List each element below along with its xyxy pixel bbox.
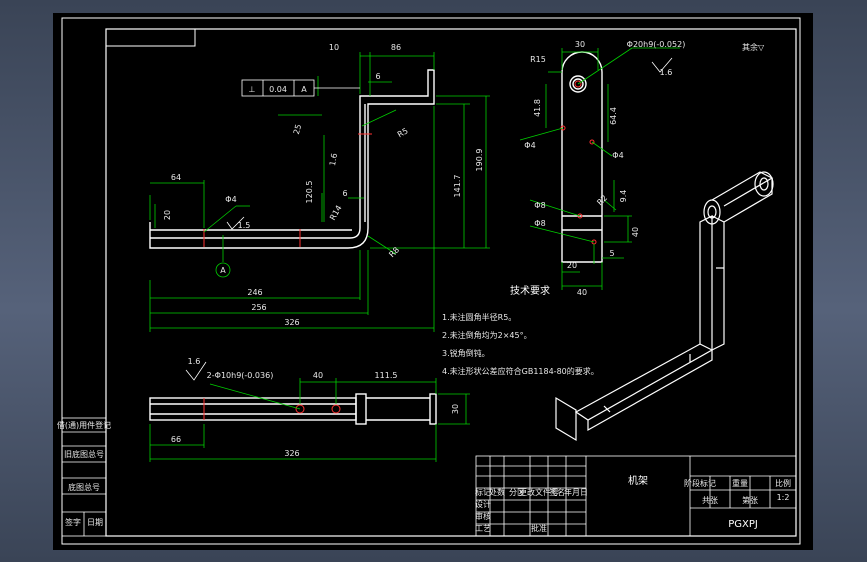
tolerance-symbol: ⊥	[249, 85, 256, 94]
dim-246: 246	[247, 288, 262, 297]
tb-label-date: 年月日	[564, 487, 588, 497]
strip-label-1: 借(通)用件登记	[57, 420, 111, 430]
dim-40-side: 40	[577, 288, 587, 297]
dim-phi4-front: Φ4	[225, 195, 236, 204]
strip-label-5: 日期	[87, 518, 103, 527]
tech-requirement-3: 3.锐角倒钝。	[442, 348, 490, 358]
dim-256: 256	[251, 303, 266, 312]
dim-10: 10	[329, 43, 339, 52]
tolerance-datum: A	[301, 85, 307, 94]
dim-111-5: 111.5	[375, 371, 398, 380]
tb-label-total: 共张	[702, 496, 718, 505]
dim-20: 20	[163, 210, 172, 220]
dim-30-top: 30	[451, 404, 460, 414]
dim-30-side: 30	[575, 40, 585, 49]
drawing-code: PGXPJ	[728, 519, 758, 530]
drawing-sheet: 借(通)用件登记 旧底图总号 底图总号 签字 日期 ⊥ 0.04 A A 10 …	[53, 13, 813, 550]
dim-86: 86	[391, 43, 401, 52]
dim-66: 66	[171, 435, 181, 444]
dim-326-front: 326	[284, 318, 299, 327]
strip-label-2: 旧底图总号	[64, 449, 104, 459]
dim-120: 120.5	[305, 181, 314, 204]
strip-label-3: 底图总号	[68, 482, 100, 492]
dim-9-4: 9.4	[619, 190, 628, 203]
tb-label-design: 设计	[475, 499, 491, 509]
dim-20-side: 20	[567, 261, 577, 270]
tb-label-weight: 重量	[732, 478, 748, 488]
dim-326-top: 326	[284, 449, 299, 458]
sheet-background	[53, 13, 813, 550]
dim-phi20h9: Φ20h9(-0.052)	[627, 40, 686, 49]
tolerance-value: 0.04	[269, 85, 287, 94]
dim-1-6-side: 1.6	[660, 68, 673, 77]
dim-64-left: 64	[171, 173, 181, 182]
dim-190: 190.9	[475, 149, 484, 172]
tb-label-approve: 批准	[531, 523, 547, 533]
dim-1-5: 1.5	[238, 221, 251, 230]
dim-phi4-side-b: Φ4	[612, 151, 623, 160]
tb-label-sign: 签名	[549, 487, 565, 497]
tb-label-sheet: 第张	[742, 495, 758, 505]
tech-requirement-2: 2.未注倒角均为2×45°。	[442, 330, 532, 340]
tech-requirements-heading: 技术要求	[510, 284, 550, 297]
dim-5: 5	[609, 249, 614, 258]
dim-40-vert: 40	[631, 227, 640, 237]
strip-label-4: 签字	[65, 517, 81, 527]
dim-6-top: 6	[375, 72, 380, 81]
drawing-scale: 1:2	[777, 493, 790, 502]
dim-64-4: 64.4	[609, 107, 618, 125]
tb-label-stage: 阶段标记	[684, 478, 716, 488]
tb-label-scale: 比例	[775, 478, 791, 488]
dim-6-mid: 6	[342, 189, 347, 198]
finish-note: 其余▽	[742, 42, 765, 52]
dim-41-8: 41.8	[533, 99, 542, 117]
tb-label-count: 处数	[489, 487, 505, 497]
dim-phi4-side-a: Φ4	[524, 141, 535, 150]
dim-phi8-b: Φ8	[534, 219, 545, 228]
dim-1-6-top: 1.6	[188, 357, 201, 366]
tb-label-review: 审核	[475, 511, 491, 521]
dim-141: 141.7	[453, 175, 462, 198]
drawing-title: 机架	[628, 474, 648, 487]
tb-label-process: 工艺	[475, 524, 491, 533]
tech-requirement-1: 1.未注圆角半径R5。	[442, 312, 516, 322]
dim-phi8-a: Φ8	[534, 201, 545, 210]
dim-r15: R15	[530, 55, 546, 64]
datum-label: A	[220, 266, 226, 275]
cad-viewport[interactable]: 借(通)用件登记 旧底图总号 底图总号 签字 日期 ⊥ 0.04 A A 10 …	[0, 0, 867, 562]
dim-2-phi10h9: 2-Φ10h9(-0.036)	[207, 371, 274, 380]
tech-requirement-4: 4.未注形状公差应符合GB1184-80的要求。	[442, 366, 599, 376]
dim-40-top: 40	[313, 371, 323, 380]
